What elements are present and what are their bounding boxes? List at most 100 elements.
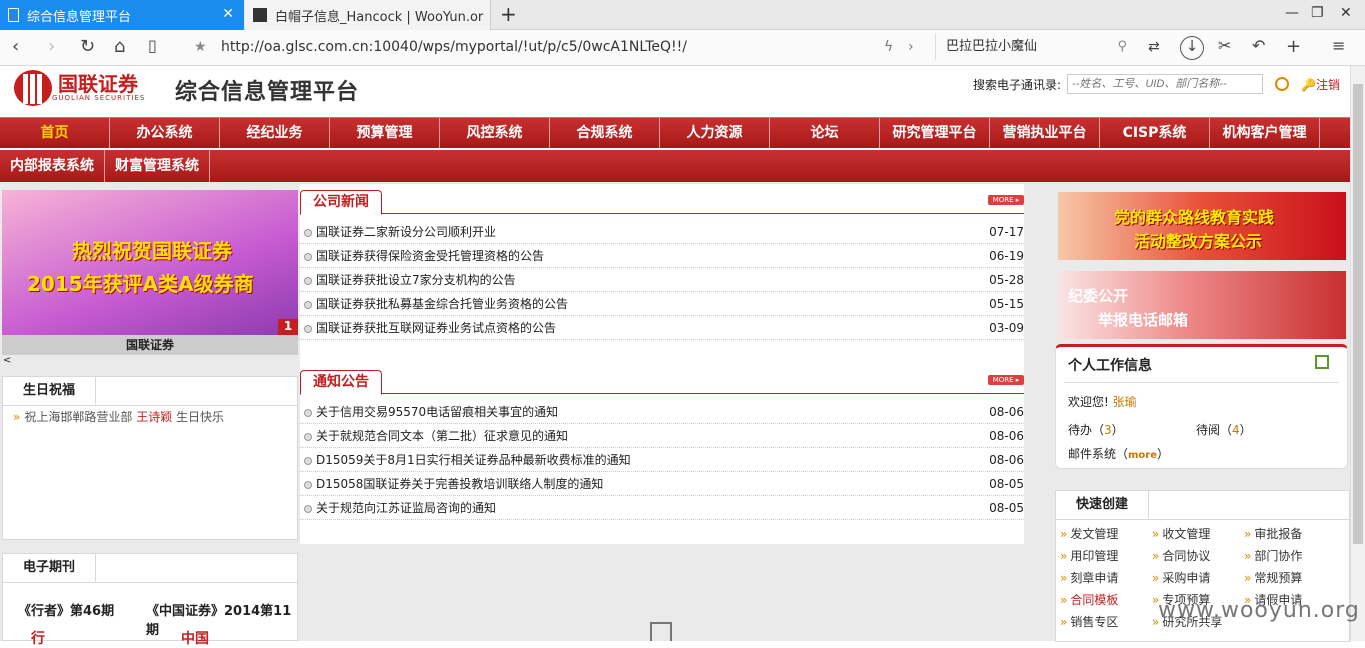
magazine-item-2[interactable]: 《中国证券》2014第11期 — [146, 600, 297, 638]
emagazine-tab[interactable]: 电子期刊 — [3, 554, 97, 582]
reader-icon[interactable]: ▯ — [148, 36, 157, 55]
menu-item[interactable]: 合规系统 — [550, 118, 660, 148]
magazine-cover-2[interactable]: 中国 — [181, 628, 209, 648]
quick-create-tab[interactable]: 快速创建 — [1056, 491, 1150, 519]
more-button[interactable]: MORE ▸ — [988, 195, 1024, 205]
todo-number[interactable]: 3 — [1104, 423, 1112, 437]
menu-item[interactable]: 风控系统 — [440, 118, 550, 148]
new-tab-icon[interactable]: + — [500, 2, 517, 26]
birthday-name[interactable]: 王诗颖 — [136, 410, 172, 424]
item-title[interactable]: D15059关于8月1日实行相关证券品种最新收费标准的通知 — [316, 453, 631, 467]
quick-create-item[interactable]: » 部门协作 — [1244, 547, 1302, 564]
quick-create-item[interactable]: » 合同协议 — [1152, 547, 1210, 564]
toread-count[interactable]: 待阅（4） — [1196, 421, 1252, 438]
discipline-report-banner[interactable]: 纪委公开 举报电话邮箱 — [1058, 271, 1346, 339]
company-logo[interactable]: 国联证券 GUOLIAN SECURITIES — [14, 70, 145, 106]
minimize-icon[interactable]: — — [1285, 5, 1299, 21]
restore-icon[interactable]: ❐ — [1311, 5, 1324, 21]
quick-create-item[interactable]: » 采购申请 — [1152, 569, 1210, 586]
undo-icon[interactable]: ↶ — [1252, 36, 1265, 55]
item-title[interactable]: 国联证券获批设立7家分支机构的公告 — [316, 273, 516, 287]
item-title[interactable]: 国联证券获批互联网证券业务试点资格的公告 — [316, 321, 556, 335]
banner-prev-arrow[interactable]: < — [3, 355, 11, 366]
birthday-tab[interactable]: 生日祝福 — [3, 377, 97, 405]
window-close-icon[interactable]: ✕ — [1340, 5, 1352, 21]
chevron-right-icon[interactable]: › — [908, 39, 914, 55]
todo-count[interactable]: 待办（3） — [1068, 421, 1124, 438]
item-title[interactable]: 关于信用交易95570电话留痕相关事宜的通知 — [316, 405, 558, 419]
banner-page-number[interactable]: 1 — [278, 319, 298, 335]
add-icon[interactable]: + — [1286, 36, 1301, 57]
user-name[interactable]: 张瑜 — [1113, 395, 1137, 409]
menu-item[interactable]: CISP系统 — [1100, 118, 1210, 148]
news-banner[interactable]: 热烈祝贺国联证券 2015年获评A类A级券商 1 — [2, 190, 298, 335]
forward-icon[interactable]: › — [48, 36, 55, 57]
more-button[interactable]: MORE ▸ — [988, 375, 1024, 385]
address-bar[interactable]: http://oa.glsc.com.cn:10040/wps/myportal… — [221, 39, 687, 55]
menu-item[interactable]: 营销执业平台 — [990, 118, 1100, 148]
magazine-item-1[interactable]: 《行者》第46期 — [18, 600, 114, 619]
scissors-icon[interactable]: ✂ — [1218, 36, 1231, 55]
item-title[interactable]: 国联证券获得保险资金受托管理资格的公告 — [316, 249, 544, 263]
list-item[interactable]: 国联证券获得保险资金受托管理资格的公告 06-19 — [300, 244, 1024, 268]
item-title[interactable]: 国联证券二家新设分公司顺利开业 — [316, 225, 496, 239]
browser-tab-active[interactable]: 综合信息管理平台 ✕ — [0, 0, 244, 30]
magazine-cover-1[interactable]: 行 — [31, 628, 45, 648]
toread-number[interactable]: 4 — [1232, 423, 1240, 437]
quick-create-item[interactable]: » 发文管理 — [1060, 525, 1118, 542]
home-icon[interactable]: ⌂ — [114, 36, 125, 57]
bookmark-star-icon[interactable]: ★ — [194, 39, 207, 55]
notices-title[interactable]: 通知公告 — [300, 370, 382, 395]
search-icon[interactable]: ⚲ — [1117, 34, 1127, 60]
menu-item[interactable]: 论坛 — [770, 118, 880, 148]
item-title[interactable]: 关于就规范合同文本（第二批）征求意见的通知 — [316, 429, 568, 443]
menu-item[interactable]: 内部报表系统 — [0, 150, 105, 182]
quick-create-item[interactable]: » 常规预算 — [1244, 569, 1302, 586]
quick-create-item[interactable]: » 审批报备 — [1244, 525, 1302, 542]
menu-item[interactable]: 首页 — [0, 118, 110, 148]
logout-link[interactable]: 🔑注销 — [1301, 76, 1340, 93]
party-education-banner[interactable]: 党的群众路线教育实践 活动整改方案公示 — [1058, 192, 1346, 260]
directory-search-input[interactable] — [1067, 74, 1264, 94]
close-icon[interactable]: ✕ — [222, 6, 234, 22]
quick-create-item[interactable]: » 用印管理 — [1060, 547, 1118, 564]
list-item[interactable]: 关于就规范合同文本（第二批）征求意见的通知 08-06 — [300, 424, 1024, 448]
list-item[interactable]: 关于规范向江苏证监局咨询的通知 08-05 — [300, 496, 1024, 520]
item-title[interactable]: D15058国联证券关于完善投教培训联络人制度的通知 — [316, 477, 603, 491]
menu-item[interactable]: 预算管理 — [330, 118, 440, 148]
search-box[interactable]: 巴拉巴拉小魔仙 ⚲ — [935, 34, 1135, 60]
browser-tab-inactive[interactable]: 白帽子信息_Hancock | WooYun.or — [245, 0, 491, 30]
quick-create-item[interactable]: » 收文管理 — [1152, 525, 1210, 542]
quick-create-item[interactable]: » 销售专区 — [1060, 613, 1118, 630]
list-item[interactable]: 关于信用交易95570电话留痕相关事宜的通知 08-06 — [300, 400, 1024, 424]
edit-icon[interactable] — [1315, 355, 1329, 369]
search-icon[interactable] — [1275, 77, 1290, 91]
menu-item[interactable]: 人力资源 — [660, 118, 770, 148]
menu-item[interactable]: 办公系统 — [110, 118, 220, 148]
company-news-title[interactable]: 公司新闻 — [300, 190, 382, 215]
list-item[interactable]: 国联证券获批互联网证券业务试点资格的公告 03-09 — [300, 316, 1024, 340]
list-item[interactable]: 国联证券获批设立7家分支机构的公告 05-28 — [300, 268, 1024, 292]
list-item[interactable]: 国联证券二家新设分公司顺利开业 07-17 — [300, 220, 1024, 244]
back-icon[interactable]: ‹ — [12, 36, 19, 57]
list-item[interactable]: D15058国联证券关于完善投教培训联络人制度的通知 08-05 — [300, 472, 1024, 496]
menu-item[interactable]: 机构客户管理 — [1210, 118, 1320, 148]
translate-icon[interactable]: ⇄ — [1148, 39, 1160, 55]
menu-item[interactable]: 经纪业务 — [220, 118, 330, 148]
mail-system[interactable]: 邮件系统（more） — [1068, 445, 1169, 462]
list-item[interactable]: 国联证券获批私募基金综合托管业务资格的公告 05-15 — [300, 292, 1024, 316]
lightning-icon[interactable]: ϟ — [884, 39, 893, 55]
mail-more-link[interactable]: more — [1128, 450, 1157, 461]
menu-item[interactable]: 财富管理系统 — [105, 150, 210, 182]
download-icon[interactable]: ↓ — [1180, 36, 1204, 60]
list-item[interactable]: D15059关于8月1日实行相关证券品种最新收费标准的通知 08-06 — [300, 448, 1024, 472]
menu-icon[interactable]: ≡ — [1332, 36, 1345, 55]
quick-create-item[interactable]: » 合同模板 — [1060, 591, 1118, 608]
item-title[interactable]: 关于规范向江苏证监局咨询的通知 — [316, 501, 496, 515]
quick-create-item[interactable]: » 刻章申请 — [1060, 569, 1118, 586]
reload-icon[interactable]: ↻ — [80, 36, 95, 57]
menu-item[interactable]: 研究管理平台 — [880, 118, 990, 148]
item-title[interactable]: 国联证券获批私募基金综合托管业务资格的公告 — [316, 297, 568, 311]
scrollbar-thumb[interactable] — [1353, 84, 1363, 544]
page-scrollbar[interactable] — [1350, 66, 1365, 641]
